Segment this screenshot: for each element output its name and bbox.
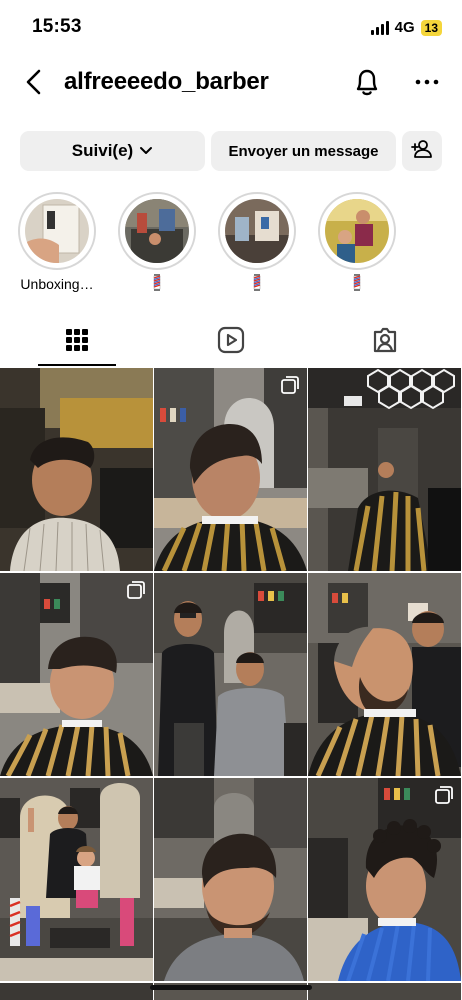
post-10[interactable] — [0, 983, 153, 1000]
highlight-image — [325, 199, 389, 263]
carousel-icon — [435, 786, 453, 804]
signal-icon — [370, 20, 389, 35]
reels-icon — [217, 326, 245, 359]
post-6[interactable] — [308, 573, 461, 776]
status-time: 15:53 — [32, 16, 82, 37]
barber-pole-icon — [152, 274, 162, 291]
post-5[interactable] — [154, 573, 307, 776]
tab-tagged[interactable] — [308, 318, 462, 366]
highlight-image — [225, 199, 289, 263]
highlight-unboxing[interactable]: Unboxing… — [12, 192, 102, 292]
battery-icon: 13 — [420, 19, 442, 36]
posts-grid — [0, 368, 462, 1000]
highlight-label: Unboxing… — [20, 276, 94, 292]
network-type: 4G — [394, 19, 415, 36]
home-indicator[interactable] — [150, 985, 312, 990]
highlight-cover — [18, 192, 96, 270]
highlight-image — [25, 199, 89, 263]
post-3[interactable] — [308, 368, 461, 571]
post-7[interactable] — [0, 778, 153, 981]
highlight-cover — [118, 192, 196, 270]
profile-tabs — [0, 318, 462, 366]
status-indicators: 4G 13 — [370, 19, 442, 36]
barber-pole-icon — [352, 274, 362, 291]
post-4[interactable] — [0, 573, 153, 776]
chevron-down-icon — [139, 141, 153, 161]
story-highlights: Unboxing… — [12, 192, 462, 302]
post-9[interactable] — [308, 778, 461, 981]
ellipsis-icon[interactable] — [414, 68, 440, 96]
person-add-icon — [411, 139, 433, 163]
post-12[interactable] — [308, 983, 461, 1000]
status-bar: 15:53 4G 13 — [0, 0, 462, 56]
tagged-person-icon — [371, 326, 399, 359]
tab-posts-grid[interactable] — [0, 318, 154, 366]
highlight-3[interactable] — [212, 192, 302, 296]
highlight-cover — [318, 192, 396, 270]
carousel-icon — [281, 376, 299, 394]
post-8[interactable] — [154, 778, 307, 981]
chevron-left-icon[interactable] — [22, 68, 48, 96]
suggest-users-button[interactable] — [402, 131, 442, 171]
barber-pole-icon — [252, 274, 262, 291]
carousel-icon — [127, 581, 145, 599]
following-button[interactable]: Suivi(e) — [20, 131, 205, 171]
tab-reels[interactable] — [154, 318, 308, 366]
profile-header: alfreeeedo_barber — [0, 56, 462, 108]
post-2[interactable] — [154, 368, 307, 571]
message-button[interactable]: Envoyer un message — [211, 131, 396, 171]
profile-username: alfreeeedo_barber — [64, 68, 269, 95]
highlight-4[interactable] — [312, 192, 402, 296]
active-tab-indicator — [38, 364, 116, 366]
profile-actions: Suivi(e) Envoyer un message — [20, 131, 442, 171]
bell-icon[interactable] — [352, 66, 382, 98]
highlight-2[interactable] — [112, 192, 202, 296]
following-label: Suivi(e) — [71, 141, 134, 160]
highlight-image — [125, 199, 189, 263]
grid-icon — [65, 328, 89, 357]
message-label: Envoyer un message — [228, 142, 379, 160]
highlight-cover — [218, 192, 296, 270]
post-1[interactable] — [0, 368, 153, 571]
